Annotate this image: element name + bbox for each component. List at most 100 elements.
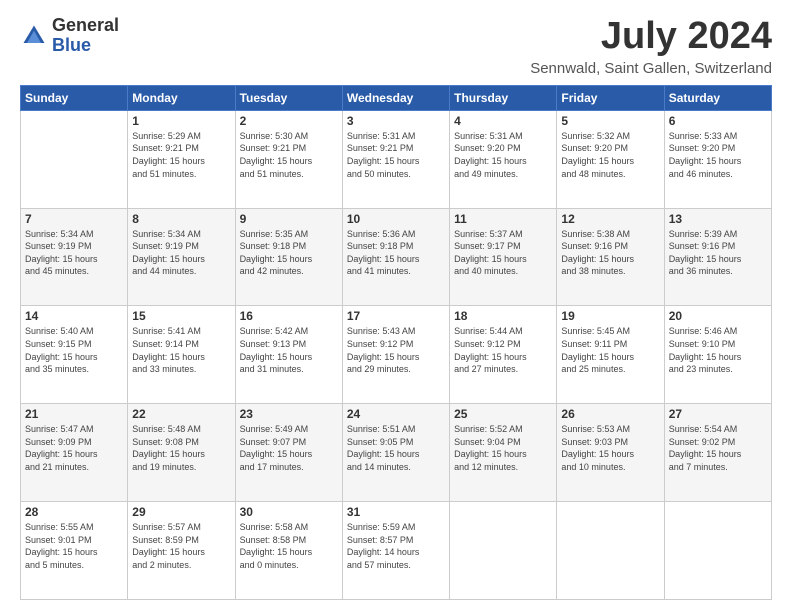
day-number: 12 [561,212,659,226]
calendar-cell: 1 Sunrise: 5:29 AM Sunset: 9:21 PM Daylig… [128,110,235,208]
day-info: Sunrise: 5:36 AM Sunset: 9:18 PM Dayligh… [347,228,445,278]
day-number: 1 [132,114,230,128]
calendar-cell: 27Sunrise: 5:54 AM Sunset: 9:02 PM Dayli… [664,404,771,502]
calendar-cell: 13 Sunrise: 5:39 AM Sunset: 9:16 PM Dayli… [664,208,771,306]
calendar-cell: 4 Sunrise: 5:31 AM Sunset: 9:20 PM Daylig… [450,110,557,208]
calendar-cell: 12Sunrise: 5:38 AM Sunset: 9:16 PM Dayli… [557,208,664,306]
day-info: Sunrise: 5:53 AM Sunset: 9:03 PM Dayligh… [561,423,659,473]
calendar-cell: 19 Sunrise: 5:45 AM Sunset: 9:11 PM Dayli… [557,306,664,404]
calendar-cell [557,502,664,600]
day-number: 28 [25,505,123,519]
calendar-table: Sunday Monday Tuesday Wednesday Thursday… [20,85,772,600]
day-info: Sunrise: 5:59 AM Sunset: 8:57 PM Dayligh… [347,521,445,571]
calendar-cell: 24 Sunrise: 5:51 AM Sunset: 9:05 PM Dayli… [342,404,449,502]
day-info: Sunrise: 5:31 AM Sunset: 9:21 PM Dayligh… [347,130,445,180]
day-number: 30 [240,505,338,519]
day-info: Sunrise: 5:52 AM Sunset: 9:04 PM Dayligh… [454,423,552,473]
calendar-cell: 2 Sunrise: 5:30 AM Sunset: 9:21 PM Daylig… [235,110,342,208]
day-info: Sunrise: 5:48 AM Sunset: 9:08 PM Dayligh… [132,423,230,473]
col-header-saturday: Saturday [664,85,771,110]
day-number: 24 [347,407,445,421]
day-info: Sunrise: 5:30 AM Sunset: 9:21 PM Dayligh… [240,130,338,180]
day-info: Sunrise: 5:37 AM Sunset: 9:17 PM Dayligh… [454,228,552,278]
day-info: Sunrise: 5:49 AM Sunset: 9:07 PM Dayligh… [240,423,338,473]
calendar-cell: 25 Sunrise: 5:52 AM Sunset: 9:04 PM Dayli… [450,404,557,502]
day-info: Sunrise: 5:54 AM Sunset: 9:02 PM Dayligh… [669,423,767,473]
day-number: 11 [454,212,552,226]
day-number: 4 [454,114,552,128]
day-info: Sunrise: 5:46 AM Sunset: 9:10 PM Dayligh… [669,325,767,375]
calendar-cell: 7 Sunrise: 5:34 AM Sunset: 9:19 PM Daylig… [21,208,128,306]
calendar-cell: 18Sunrise: 5:44 AM Sunset: 9:12 PM Dayli… [450,306,557,404]
calendar-cell [21,110,128,208]
calendar-cell: 29 Sunrise: 5:57 AM Sunset: 8:59 PM Dayli… [128,502,235,600]
day-info: Sunrise: 5:34 AM Sunset: 9:19 PM Dayligh… [132,228,230,278]
day-info: Sunrise: 5:51 AM Sunset: 9:05 PM Dayligh… [347,423,445,473]
day-number: 20 [669,309,767,323]
title-block: July 2024 Sennwald, Saint Gallen, Switze… [530,16,772,77]
calendar-cell: 3Sunrise: 5:31 AM Sunset: 9:21 PM Daylig… [342,110,449,208]
calendar-cell: 11 Sunrise: 5:37 AM Sunset: 9:17 PM Dayli… [450,208,557,306]
day-number: 13 [669,212,767,226]
day-info: Sunrise: 5:31 AM Sunset: 9:20 PM Dayligh… [454,130,552,180]
calendar-cell: 15 Sunrise: 5:41 AM Sunset: 9:14 PM Dayli… [128,306,235,404]
day-number: 14 [25,309,123,323]
calendar-cell: 22 Sunrise: 5:48 AM Sunset: 9:08 PM Dayli… [128,404,235,502]
day-number: 6 [669,114,767,128]
day-number: 26 [561,407,659,421]
day-number: 21 [25,407,123,421]
calendar-cell: 30 Sunrise: 5:58 AM Sunset: 8:58 PM Dayli… [235,502,342,600]
calendar-cell: 14Sunrise: 5:40 AM Sunset: 9:15 PM Dayli… [21,306,128,404]
day-info: Sunrise: 5:34 AM Sunset: 9:19 PM Dayligh… [25,228,123,278]
day-info: Sunrise: 5:57 AM Sunset: 8:59 PM Dayligh… [132,521,230,571]
day-number: 22 [132,407,230,421]
day-number: 15 [132,309,230,323]
calendar-cell [450,502,557,600]
location-subtitle: Sennwald, Saint Gallen, Switzerland [530,60,772,77]
col-header-wednesday: Wednesday [342,85,449,110]
day-info: Sunrise: 5:55 AM Sunset: 9:01 PM Dayligh… [25,521,123,571]
calendar-cell: 8 Sunrise: 5:34 AM Sunset: 9:19 PM Daylig… [128,208,235,306]
day-info: Sunrise: 5:58 AM Sunset: 8:58 PM Dayligh… [240,521,338,571]
day-info: Sunrise: 5:29 AM Sunset: 9:21 PM Dayligh… [132,130,230,180]
calendar-cell: 17Sunrise: 5:43 AM Sunset: 9:12 PM Dayli… [342,306,449,404]
day-number: 18 [454,309,552,323]
logo-general-text: General [52,15,119,35]
calendar-week-4: 21 Sunrise: 5:47 AM Sunset: 9:09 PM Dayli… [21,404,772,502]
day-info: Sunrise: 5:47 AM Sunset: 9:09 PM Dayligh… [25,423,123,473]
logo-icon [20,22,48,50]
day-number: 29 [132,505,230,519]
calendar-cell [664,502,771,600]
col-header-monday: Monday [128,85,235,110]
day-info: Sunrise: 5:32 AM Sunset: 9:20 PM Dayligh… [561,130,659,180]
col-header-sunday: Sunday [21,85,128,110]
calendar-cell: 5 Sunrise: 5:32 AM Sunset: 9:20 PM Daylig… [557,110,664,208]
day-info: Sunrise: 5:45 AM Sunset: 9:11 PM Dayligh… [561,325,659,375]
col-header-friday: Friday [557,85,664,110]
day-number: 31 [347,505,445,519]
calendar-cell: 23 Sunrise: 5:49 AM Sunset: 9:07 PM Dayli… [235,404,342,502]
day-number: 7 [25,212,123,226]
day-number: 2 [240,114,338,128]
day-number: 25 [454,407,552,421]
page: General Blue July 2024 Sennwald, Saint G… [0,0,792,612]
day-number: 23 [240,407,338,421]
day-info: Sunrise: 5:39 AM Sunset: 9:16 PM Dayligh… [669,228,767,278]
day-number: 19 [561,309,659,323]
calendar-cell: 21 Sunrise: 5:47 AM Sunset: 9:09 PM Dayli… [21,404,128,502]
day-info: Sunrise: 5:41 AM Sunset: 9:14 PM Dayligh… [132,325,230,375]
month-year-title: July 2024 [530,16,772,58]
col-header-tuesday: Tuesday [235,85,342,110]
calendar-cell: 20 Sunrise: 5:46 AM Sunset: 9:10 PM Dayli… [664,306,771,404]
day-number: 5 [561,114,659,128]
day-number: 8 [132,212,230,226]
logo-blue-text: Blue [52,35,91,55]
calendar-cell: 16Sunrise: 5:42 AM Sunset: 9:13 PM Dayli… [235,306,342,404]
calendar-cell: 26 Sunrise: 5:53 AM Sunset: 9:03 PM Dayli… [557,404,664,502]
calendar-cell: 31 Sunrise: 5:59 AM Sunset: 8:57 PM Dayli… [342,502,449,600]
calendar-cell: 6Sunrise: 5:33 AM Sunset: 9:20 PM Daylig… [664,110,771,208]
day-info: Sunrise: 5:35 AM Sunset: 9:18 PM Dayligh… [240,228,338,278]
day-number: 17 [347,309,445,323]
calendar-week-1: 1 Sunrise: 5:29 AM Sunset: 9:21 PM Daylig… [21,110,772,208]
calendar-cell: 10Sunrise: 5:36 AM Sunset: 9:18 PM Dayli… [342,208,449,306]
